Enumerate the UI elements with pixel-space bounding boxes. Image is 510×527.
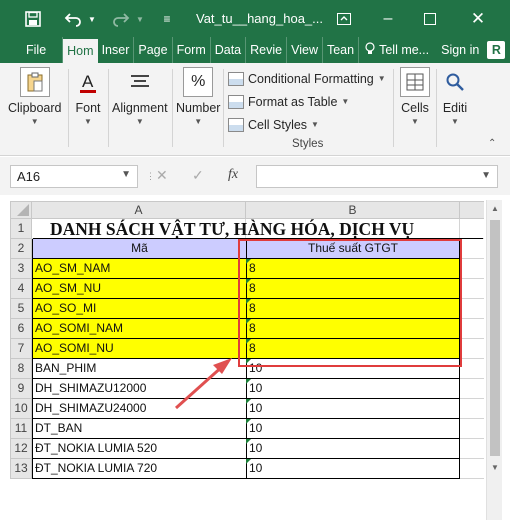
annotation-arrow [174,358,232,410]
scroll-thumb[interactable] [490,220,500,456]
scroll-down-icon[interactable]: ▼ [489,462,501,474]
scroll-up-icon[interactable]: ▲ [489,203,501,215]
vertical-scrollbar[interactable]: ▲ ▼ [486,200,502,520]
